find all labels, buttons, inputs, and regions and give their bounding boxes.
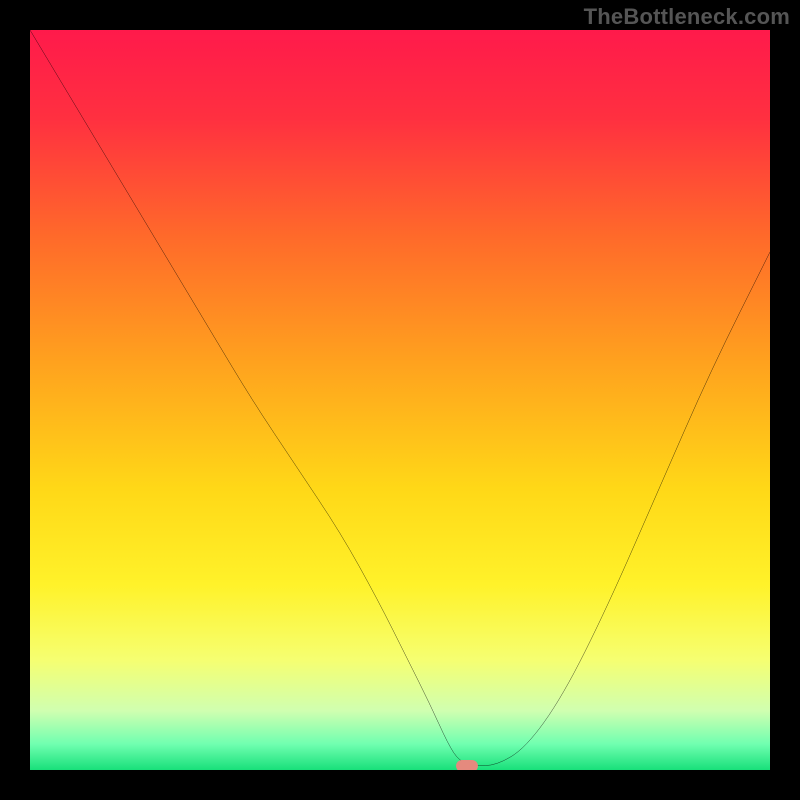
optimal-point-marker — [456, 760, 478, 770]
chart-frame: TheBottleneck.com — [0, 0, 800, 800]
bottleneck-curve — [30, 30, 770, 770]
plot-area — [30, 30, 770, 770]
watermark-text: TheBottleneck.com — [584, 4, 790, 30]
